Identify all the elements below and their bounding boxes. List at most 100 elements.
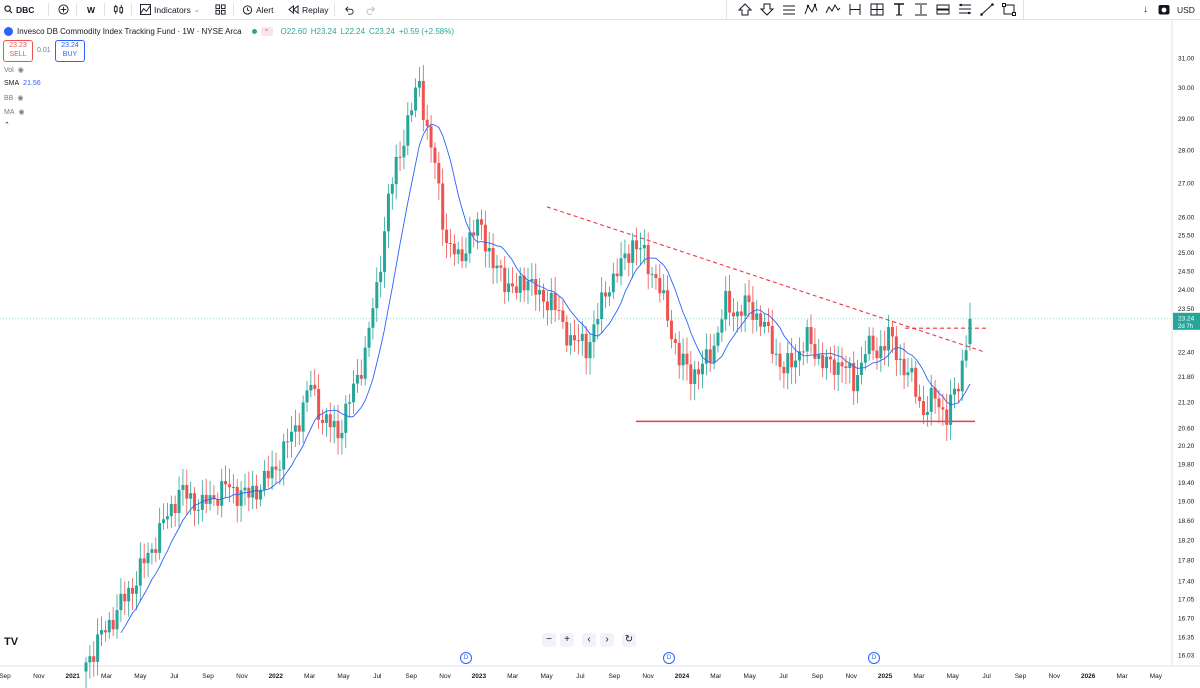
tradingview-logo: TV (4, 636, 19, 648)
candle-body (371, 308, 375, 328)
chevron-down-icon: ⌄ (193, 6, 200, 14)
gann-box-icon[interactable] (869, 2, 885, 17)
price-tick-label: 24.00 (1178, 287, 1195, 294)
currency-label[interactable]: USD (1177, 0, 1195, 19)
arrow-up-marker-icon[interactable] (737, 2, 753, 17)
candle-body (739, 311, 743, 316)
price-tick-label: 19.00 (1178, 499, 1195, 506)
price-tick-label: 20.60 (1178, 425, 1195, 432)
candle-body (910, 367, 914, 373)
candle-body (379, 271, 383, 283)
candle-body (794, 360, 798, 368)
candle-body (763, 321, 767, 327)
candle-body (623, 253, 627, 259)
price-tick-label: 19.40 (1178, 480, 1195, 487)
interval-button[interactable]: W (87, 0, 95, 19)
time-tick-label: Mar (1116, 673, 1128, 680)
candle-body (825, 356, 829, 369)
zoom-out-button[interactable]: − (542, 633, 556, 647)
reset-chart-button[interactable]: ↻ (622, 633, 636, 647)
undo-button[interactable] (344, 0, 354, 19)
time-tick-label: Sep (202, 673, 214, 680)
replay-button[interactable]: Replay (288, 0, 328, 19)
time-tick-label: Jul (576, 673, 585, 680)
time-tick-label: 2024 (675, 673, 690, 680)
candle-body (693, 369, 697, 384)
trend-line-icon[interactable] (979, 2, 995, 17)
candle-body (220, 481, 224, 506)
date-range-icon[interactable] (847, 2, 863, 17)
elliott-wave-icon[interactable] (825, 2, 841, 17)
time-tick-label: May (540, 673, 553, 680)
price-chart[interactable]: 31.00 30.00 29.00 28.00 27.00 26.00 25.50 25.00… (0, 20, 1200, 688)
candle-body (414, 87, 418, 111)
time-tick-label: Jul (170, 673, 179, 680)
candle-body (596, 318, 600, 325)
candle-body (956, 388, 960, 392)
candle-body (181, 484, 185, 490)
candle-body (476, 219, 480, 236)
candle-body (433, 147, 437, 163)
candle-body (231, 486, 235, 488)
candle-body (576, 340, 580, 342)
candle-body (204, 494, 208, 504)
fib-retracement-icon[interactable] (957, 2, 973, 17)
indicators-button[interactable]: Indicators ⌄ (140, 0, 200, 19)
chart-type-button[interactable] (113, 0, 124, 19)
dividend-marker[interactable]: D (868, 652, 880, 664)
price-tick-label: 18.20 (1178, 538, 1195, 545)
candle-body (131, 587, 135, 594)
candle-body (607, 292, 611, 297)
price-tick-label: 17.80 (1178, 558, 1195, 565)
compare-button[interactable] (58, 0, 69, 19)
price-range-icon[interactable] (913, 2, 929, 17)
price-tick-label: 23.50 (1178, 306, 1195, 313)
candle-body (929, 387, 933, 412)
dividend-marker[interactable]: D (460, 652, 472, 664)
candle-body (887, 327, 891, 351)
download-icon-button[interactable]: ↓ (1143, 0, 1148, 19)
candle-body (898, 358, 902, 361)
candle-body (918, 396, 922, 402)
text-tool-icon[interactable] (891, 2, 907, 17)
candle-body (100, 630, 104, 635)
candle-body (821, 354, 825, 369)
candle-body (879, 346, 883, 359)
screenshot-button[interactable] (1158, 0, 1170, 19)
candle-body (460, 249, 464, 262)
alert-button[interactable]: Alert (242, 0, 273, 19)
long-position-icon[interactable] (935, 2, 951, 17)
sma-line (120, 123, 971, 634)
toolbar-divider (76, 3, 77, 16)
dividend-marker[interactable]: D (663, 652, 675, 664)
candle-body (871, 335, 875, 351)
xabcd-pattern-icon[interactable] (803, 2, 819, 17)
candle-body (487, 248, 491, 252)
candle-body (437, 162, 441, 184)
candle-body (526, 281, 530, 291)
candle-body (495, 265, 499, 269)
grid-icon (215, 4, 226, 15)
candle-body (604, 292, 608, 297)
time-tick-label: 2023 (472, 673, 487, 680)
candle-body (452, 243, 456, 255)
time-tick-label: May (744, 673, 757, 680)
candles-icon (113, 4, 124, 15)
symbol-search[interactable]: DBC (4, 0, 34, 19)
layouts-button[interactable] (215, 0, 226, 19)
candle-body (584, 333, 588, 359)
arrow-down-marker-icon[interactable] (759, 2, 775, 17)
candle-body (386, 193, 390, 232)
redo-button[interactable] (366, 0, 376, 19)
time-tick-label: Sep (609, 673, 621, 680)
rectangle-tool-icon[interactable] (1001, 2, 1017, 17)
scroll-right-button[interactable]: › (600, 633, 614, 647)
parallel-channel-icon[interactable] (781, 2, 797, 17)
zoom-in-button[interactable]: + (560, 633, 574, 647)
scroll-left-button[interactable]: ‹ (582, 633, 596, 647)
candle-body (545, 301, 549, 311)
candle-body (731, 312, 735, 317)
candle-body (123, 593, 127, 602)
candle-body (138, 558, 142, 586)
candle-body (945, 409, 949, 425)
